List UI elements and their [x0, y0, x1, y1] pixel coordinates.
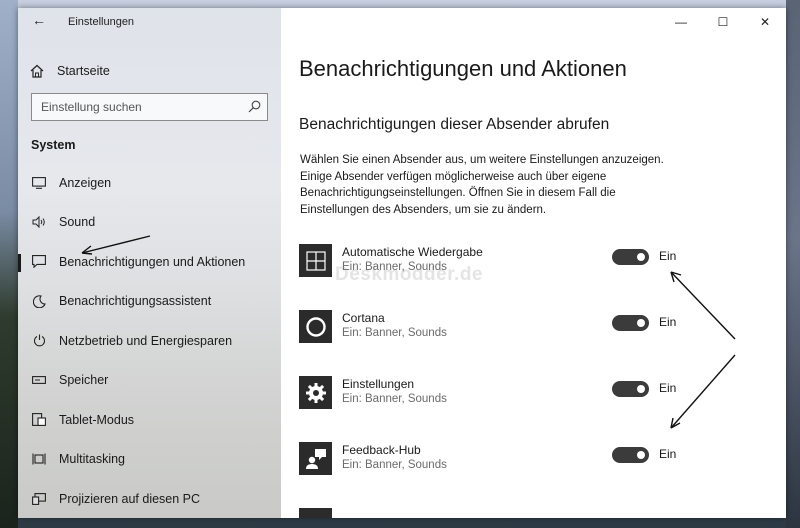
monitor-icon: [31, 176, 47, 190]
sender-status: Ein: Banner, Sounds: [342, 393, 447, 405]
desktop-background-left: [0, 0, 18, 528]
sidebar-item-label: Netzbetrieb und Energiesparen: [59, 333, 233, 348]
cortana-icon: [299, 310, 332, 343]
speaker-icon: [31, 215, 47, 229]
back-arrow-icon[interactable]: ←: [32, 12, 46, 28]
sender-row-partial: [299, 508, 332, 518]
sidebar-item-label: Anzeigen: [59, 175, 112, 190]
notification-toggle[interactable]: [612, 447, 649, 463]
annotation-arrow-icon: [81, 235, 151, 255]
window-controls: — ☐ ✕: [660, 8, 786, 36]
sidebar-item-label: Speicher: [59, 373, 109, 388]
maximize-button[interactable]: ☐: [702, 8, 744, 36]
sidebar-item-multitasking[interactable]: Multitasking: [18, 440, 281, 480]
sidebar-item-label: Multitasking: [59, 452, 125, 467]
toggle-knob: [637, 253, 645, 261]
tablet-icon: [31, 413, 47, 427]
sidebar-item-label: Tablet-Modus: [59, 412, 135, 427]
notification-toggle[interactable]: [612, 249, 649, 265]
toggle-state-label: Ein: [659, 447, 677, 461]
toggle-knob: [637, 451, 645, 459]
notification-toggle[interactable]: [612, 381, 649, 397]
sidebar-nav: Anzeigen Sound Benachrichtigungen und Ak…: [18, 163, 281, 518]
sidebar-item-label: Benachrichtigungen und Aktionen: [59, 254, 246, 269]
section-heading: System: [31, 138, 76, 152]
search-icon[interactable]: [248, 100, 261, 113]
sidebar-item-anzeigen[interactable]: Anzeigen: [18, 163, 281, 203]
sidebar-item-label: Sound: [59, 215, 96, 230]
toggle-knob: [637, 319, 645, 327]
sidebar-item-label: Projizieren auf diesen PC: [59, 491, 201, 506]
sidebar-home-label: Startseite: [57, 64, 110, 78]
section-subtitle: Benachrichtigungen dieser Absender abruf…: [299, 116, 610, 133]
watermark-text: Deskmodder.de: [335, 264, 483, 285]
multitasking-icon: [31, 452, 47, 466]
home-icon: [30, 64, 44, 78]
sender-row-einstellungen[interactable]: Einstellungen Ein: Banner, Sounds Ein: [299, 376, 676, 416]
annotation-arrows-icon: [670, 271, 736, 429]
feedback-hub-icon: [299, 442, 332, 475]
moon-icon: [31, 294, 47, 308]
sender-name: Einstellungen: [342, 377, 415, 391]
sidebar-item-tablet-modus[interactable]: Tablet-Modus: [18, 400, 281, 440]
sidebar-home[interactable]: Startseite: [30, 60, 270, 82]
autoplay-icon: [299, 244, 332, 277]
search-input[interactable]: [41, 100, 241, 114]
sidebar: ← Einstellungen Startseite System Anzeig…: [18, 8, 281, 518]
notification-toggle[interactable]: [612, 315, 649, 331]
settings-window: ← Einstellungen Startseite System Anzeig…: [18, 8, 786, 518]
sender-name: Automatische Wiedergabe: [342, 245, 483, 259]
storage-icon: [31, 373, 47, 387]
toggle-knob: [637, 385, 645, 393]
desktop-background-right: [786, 0, 800, 528]
gear-icon: [299, 376, 332, 409]
sender-row-feedback-hub[interactable]: Feedback-Hub Ein: Banner, Sounds Ein: [299, 442, 676, 482]
sidebar-item-label: Benachrichtigungsassistent: [59, 294, 212, 309]
projector-icon: [31, 492, 47, 506]
content-pane: — ☐ ✕ Benachrichtigungen und Aktionen Be…: [281, 8, 786, 518]
sidebar-item-speicher[interactable]: Speicher: [18, 361, 281, 401]
sidebar-item-netzbetrieb[interactable]: Netzbetrieb und Energiesparen: [18, 321, 281, 361]
minimize-button[interactable]: —: [660, 8, 702, 36]
sender-row-cortana[interactable]: Cortana Ein: Banner, Sounds Ein: [299, 310, 676, 350]
close-button[interactable]: ✕: [744, 8, 786, 36]
sender-status: Ein: Banner, Sounds: [342, 327, 447, 339]
notification-icon: [31, 255, 47, 269]
sidebar-item-benachrichtigungsassistent[interactable]: Benachrichtigungsassistent: [18, 282, 281, 322]
sender-name: Cortana: [342, 311, 385, 325]
title-bar: ← Einstellungen: [18, 8, 281, 36]
app-title: Einstellungen: [68, 16, 135, 28]
page-title: Benachrichtigungen und Aktionen: [299, 56, 627, 81]
toggle-state-label: Ein: [659, 249, 677, 263]
search-box[interactable]: [31, 93, 268, 121]
description-text: Wählen Sie einen Absender aus, um weiter…: [300, 154, 664, 216]
sender-status: Ein: Banner, Sounds: [342, 459, 447, 471]
power-icon: [31, 334, 47, 348]
sidebar-item-projizieren[interactable]: Projizieren auf diesen PC: [18, 479, 281, 518]
sender-name: Feedback-Hub: [342, 443, 421, 457]
